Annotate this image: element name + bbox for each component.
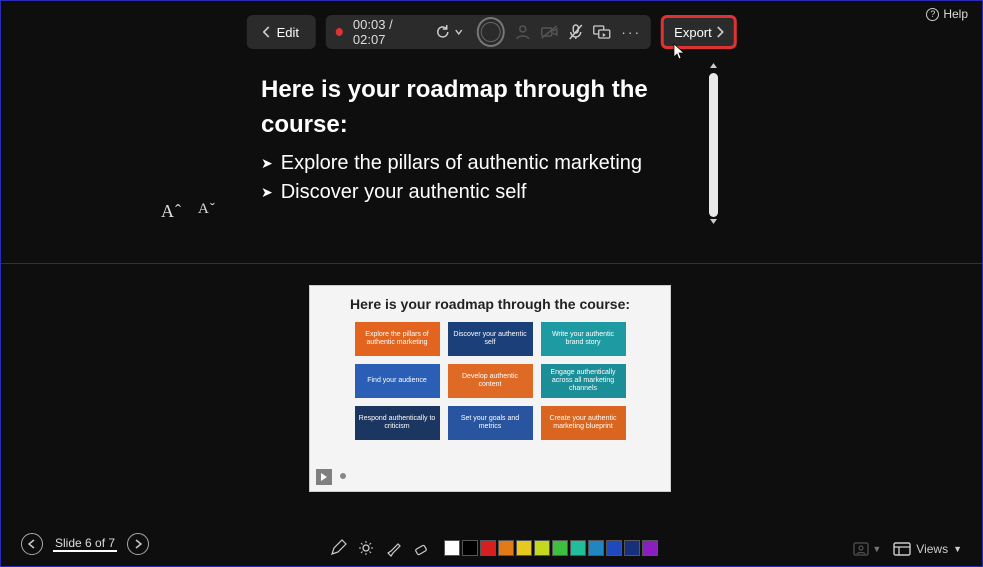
next-slide-button[interactable] bbox=[127, 533, 149, 555]
notes-heading: Here is your roadmap through the course: bbox=[261, 73, 721, 143]
eraser-icon[interactable] bbox=[412, 538, 432, 558]
color-swatch[interactable] bbox=[462, 540, 478, 556]
help-button[interactable]: ? Help bbox=[926, 7, 968, 21]
chevron-right-icon bbox=[716, 26, 724, 38]
notes-bullet: Explore the pillars of authentic marketi… bbox=[261, 149, 721, 178]
slide-nav: Slide 6 of 7 bbox=[21, 533, 149, 555]
drawing-tools bbox=[326, 538, 658, 558]
views-label: Views bbox=[916, 542, 948, 556]
section-divider bbox=[1, 263, 982, 264]
slide-cell: Find your audience bbox=[355, 364, 440, 398]
top-toolbar: Edit 00:03 / 02:07 ··· Export bbox=[246, 15, 737, 49]
chevron-left-icon bbox=[263, 26, 271, 38]
slide-cell: Discover your authentic self bbox=[448, 322, 533, 356]
record-dot-icon bbox=[335, 28, 343, 36]
edit-label: Edit bbox=[277, 25, 299, 40]
color-swatch[interactable] bbox=[498, 540, 514, 556]
views-button[interactable]: Views ▼ bbox=[893, 542, 962, 556]
color-swatch[interactable] bbox=[606, 540, 622, 556]
more-icon[interactable]: ··· bbox=[621, 24, 641, 40]
color-swatch[interactable] bbox=[534, 540, 550, 556]
slide-title: Here is your roadmap through the course: bbox=[310, 286, 670, 318]
color-swatch[interactable] bbox=[588, 540, 604, 556]
cameo-icon[interactable]: ▼ bbox=[853, 542, 881, 556]
highlighter-icon[interactable] bbox=[384, 538, 404, 558]
laser-icon[interactable] bbox=[356, 538, 376, 558]
color-swatch[interactable] bbox=[480, 540, 496, 556]
font-increase-button[interactable]: Aˆ bbox=[161, 201, 182, 222]
help-label: Help bbox=[943, 7, 968, 21]
scroll-up-arrow[interactable] bbox=[709, 61, 718, 70]
slide-cell: Write your authentic brand story bbox=[541, 322, 626, 356]
camera-off-icon[interactable] bbox=[541, 25, 559, 39]
record-button[interactable] bbox=[477, 17, 506, 47]
caret-down-icon: ▼ bbox=[953, 544, 962, 554]
teleprompter-notes: Here is your roadmap through the course:… bbox=[261, 73, 721, 207]
caret-down-icon[interactable] bbox=[455, 28, 463, 36]
pen-icon[interactable] bbox=[328, 538, 348, 558]
slide-cell: Explore the pillars of authentic marketi… bbox=[355, 322, 440, 356]
mic-off-icon[interactable] bbox=[569, 24, 583, 40]
prev-slide-button[interactable] bbox=[21, 533, 43, 555]
slide-counter[interactable]: Slide 6 of 7 bbox=[53, 536, 117, 552]
help-icon: ? bbox=[926, 8, 939, 21]
slide-boxes: Explore the pillars of authentic marketi… bbox=[310, 318, 670, 452]
font-size-controls: Aˆ Aˇ bbox=[161, 201, 216, 222]
slide-cell: Engage authentically across all marketin… bbox=[541, 364, 626, 398]
color-swatch[interactable] bbox=[624, 540, 640, 556]
progress-dot[interactable] bbox=[340, 473, 346, 479]
timer-current: 00:03 bbox=[353, 17, 386, 32]
retake-icon[interactable] bbox=[435, 24, 451, 40]
color-swatch[interactable] bbox=[444, 540, 460, 556]
timer-total: 02:07 bbox=[353, 32, 386, 47]
views-controls: ▼ Views ▼ bbox=[853, 542, 962, 556]
notes-bullet: Discover your authentic self bbox=[261, 178, 721, 207]
scrollbar-thumb[interactable] bbox=[709, 73, 718, 217]
user-icon[interactable] bbox=[515, 24, 531, 40]
color-swatch[interactable] bbox=[516, 540, 532, 556]
slide-preview[interactable]: Here is your roadmap through the course:… bbox=[309, 285, 671, 492]
font-decrease-button[interactable]: Aˇ bbox=[198, 201, 216, 222]
recording-controls: 00:03 / 02:07 ··· bbox=[325, 15, 651, 49]
export-label: Export bbox=[674, 25, 712, 40]
scroll-down-arrow[interactable] bbox=[709, 217, 718, 226]
color-swatch[interactable] bbox=[642, 540, 658, 556]
color-swatch[interactable] bbox=[552, 540, 568, 556]
slide-cell: Create your authentic marketing blueprin… bbox=[541, 406, 626, 440]
slide-cell: Respond authentically to criticism bbox=[355, 406, 440, 440]
color-palette bbox=[444, 540, 658, 556]
timer-display: 00:03 / 02:07 bbox=[353, 17, 425, 47]
export-button[interactable]: Export bbox=[661, 15, 737, 49]
edit-button[interactable]: Edit bbox=[246, 15, 315, 49]
color-swatch[interactable] bbox=[570, 540, 586, 556]
slide-cell: Set your goals and metrics bbox=[448, 406, 533, 440]
media-icon[interactable] bbox=[593, 25, 611, 39]
slide-cell: Develop authentic content bbox=[448, 364, 533, 398]
play-button[interactable] bbox=[316, 469, 332, 485]
